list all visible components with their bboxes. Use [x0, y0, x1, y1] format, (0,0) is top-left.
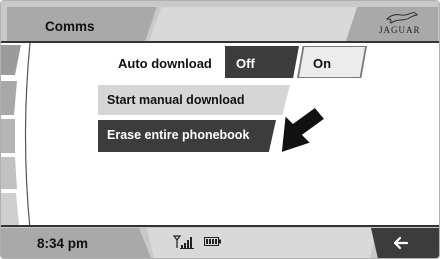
header-divider: [1, 41, 439, 43]
signal-strength-icon: [173, 235, 194, 249]
content-edge-divider: [24, 43, 31, 229]
erase-phonebook-label: Erase entire phonebook: [107, 128, 250, 142]
side-tab[interactable]: [1, 157, 17, 189]
battery-icon: [204, 237, 221, 246]
screen-frame: Comms JAGUAR Auto download Off On Start …: [0, 0, 440, 259]
logo-text: JAGUAR: [379, 25, 421, 35]
off-label: Off: [236, 56, 255, 71]
header-decoration: [149, 7, 359, 41]
jaguar-leaper-icon: [386, 12, 418, 24]
side-tab[interactable]: [1, 119, 15, 153]
back-arrow-icon: [393, 236, 409, 250]
auto-download-label: Auto download: [118, 56, 212, 71]
clock: 8:34 pm: [37, 236, 89, 251]
auto-download-on-button[interactable]: On: [299, 47, 365, 77]
start-manual-download-label: Start manual download: [107, 93, 245, 107]
pointer-arrow-icon: [280, 105, 327, 155]
on-label: On: [313, 56, 332, 71]
erase-phonebook-button[interactable]: Erase entire phonebook: [98, 120, 276, 152]
side-tab[interactable]: [1, 45, 21, 75]
auto-download-off-button[interactable]: Off: [225, 46, 299, 78]
back-button[interactable]: [381, 230, 421, 256]
start-manual-download-button[interactable]: Start manual download: [98, 85, 290, 115]
side-tab[interactable]: [1, 81, 17, 115]
page-title: Comms: [45, 19, 95, 34]
side-tab[interactable]: [1, 193, 19, 225]
